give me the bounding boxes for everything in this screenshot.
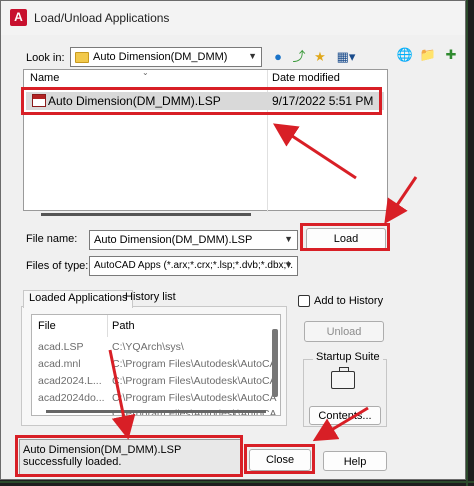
look-in-label: Look in: <box>26 52 65 64</box>
file-name-value: Auto Dimension(DM_DMM).LSP <box>94 234 253 246</box>
background-cad-line <box>0 481 474 483</box>
startup-suite-title: Startup Suite <box>313 351 383 363</box>
look-in-value: Auto Dimension(DM_DMM) <box>93 51 228 63</box>
tab-loaded-applications[interactable]: Loaded Applications <box>23 290 134 308</box>
loaded-list-vertical-scrollbar[interactable] <box>272 329 278 397</box>
files-of-type-label: Files of type: <box>26 260 89 272</box>
search-web-icon[interactable]: 🌐 <box>396 46 414 64</box>
load-unload-dialog: A Load/Unload Applications Look in: Auto… <box>0 0 466 480</box>
highlight-box-load <box>300 223 390 251</box>
folder-icon <box>75 52 89 63</box>
list-item[interactable]: acad2024.L... <box>38 375 102 387</box>
column-divider <box>107 315 108 337</box>
file-name-label: File name: <box>26 233 78 245</box>
autocad-logo-icon: A <box>10 9 27 26</box>
list-item[interactable]: acad.LSP <box>38 341 84 353</box>
column-header-name[interactable]: Name <box>30 72 59 84</box>
list-item-path: C:\Program Files\Autodesk\AutoCA <box>112 375 277 387</box>
highlight-box-status <box>15 435 243 477</box>
file-list-scrollbar[interactable] <box>41 213 251 216</box>
unload-button[interactable]: Unload <box>304 321 384 342</box>
chevron-down-icon: ▼ <box>284 260 293 270</box>
list-item[interactable]: acad.mnl <box>38 358 81 370</box>
look-in-dropdown[interactable]: Auto Dimension(DM_DMM) ▼ <box>70 47 262 67</box>
views-icon[interactable]: ▦▾ <box>334 48 358 66</box>
window-title: Load/Unload Applications <box>34 11 170 25</box>
up-folder-icon[interactable]: ⤴ <box>290 48 308 66</box>
files-of-type-value: AutoCAD Apps (*.arx;*.crx;*.lsp;*.dvb;*.… <box>94 260 293 271</box>
list-item-path: C:\Program Files\Autodesk\AutoCA <box>112 358 277 370</box>
column-header-file[interactable]: File <box>38 320 56 332</box>
chevron-down-icon: ▼ <box>248 51 257 61</box>
column-header-path[interactable]: Path <box>112 320 135 332</box>
file-name-input[interactable]: Auto Dimension(DM_DMM).LSP ▼ <box>89 230 298 250</box>
loaded-applications-list[interactable]: File Path acad.LSP C:\YQArch\sys\ acad.m… <box>31 314 281 416</box>
sort-chevron-icon: ⌄ <box>142 68 149 77</box>
add-to-history-label: Add to History <box>314 295 384 307</box>
contents-button[interactable]: Contents... <box>309 406 381 425</box>
files-of-type-dropdown[interactable]: AutoCAD Apps (*.arx;*.crx;*.lsp;*.dvb;*.… <box>89 256 298 276</box>
globe-back-icon[interactable]: ● <box>269 48 287 66</box>
add-favorite-icon[interactable]: ✚ <box>442 46 460 64</box>
loaded-list-horizontal-scrollbar[interactable] <box>46 410 266 413</box>
list-item-path: C:\YQArch\sys\ <box>112 341 184 353</box>
favorites-icon[interactable]: 📁 <box>419 46 437 64</box>
new-folder-icon[interactable]: ★ <box>311 48 329 66</box>
tab-history-list[interactable]: History list <box>120 290 181 307</box>
highlight-box-file-row <box>21 87 382 115</box>
chevron-down-icon: ▼ <box>284 234 293 244</box>
briefcase-icon <box>331 367 355 389</box>
list-item[interactable]: acad2024do... <box>38 392 105 404</box>
list-item-path: C:\Program Files\Autodesk\AutoCA <box>112 392 277 404</box>
title-bar: A Load/Unload Applications <box>1 1 465 35</box>
add-to-history-checkbox[interactable] <box>298 295 310 307</box>
highlight-box-close <box>244 444 315 474</box>
column-header-date[interactable]: Date modified <box>272 72 340 84</box>
background-cad-line <box>466 0 468 486</box>
help-button[interactable]: Help <box>323 451 387 471</box>
